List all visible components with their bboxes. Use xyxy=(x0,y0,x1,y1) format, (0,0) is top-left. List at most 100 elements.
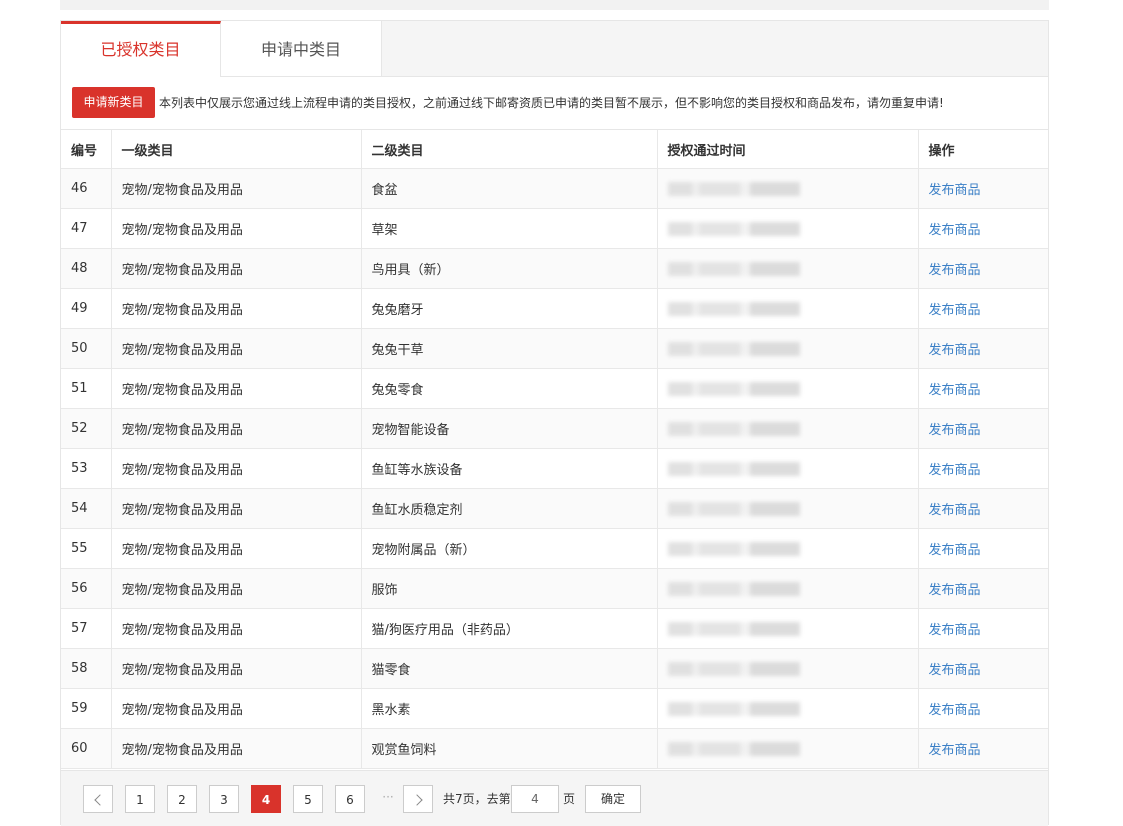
redacted-time xyxy=(667,421,800,436)
cell-auth-time xyxy=(657,608,919,649)
redacted-time xyxy=(667,461,800,476)
tab-applying[interactable]: 申请中类目 xyxy=(221,21,382,76)
redacted-time xyxy=(667,621,800,636)
cell-action-text[interactable]: 发布商品 xyxy=(929,223,981,238)
cell-level1: 宠物/宠物食品及用品 xyxy=(111,328,362,369)
cell-action: 发布商品 xyxy=(918,648,1048,689)
cell-action-text[interactable]: 发布商品 xyxy=(929,623,981,638)
cell-level1-text: 宠物/宠物食品及用品 xyxy=(121,303,243,318)
cell-action-text[interactable]: 发布商品 xyxy=(929,343,981,358)
cell-level2-text: 草架 xyxy=(371,223,398,238)
next-page-button[interactable] xyxy=(403,785,433,813)
cell-action-text[interactable]: 发布商品 xyxy=(929,423,981,438)
chevron-left-icon xyxy=(93,794,106,806)
cell-action: 发布商品 xyxy=(918,368,1048,409)
cell-action: 发布商品 xyxy=(918,248,1048,289)
header-level2: 二级类目 xyxy=(361,130,658,169)
cell-id: 54 xyxy=(61,488,112,529)
cell-action-text[interactable]: 发布商品 xyxy=(929,503,981,518)
cell-level1: 宠物/宠物食品及用品 xyxy=(111,608,362,649)
pagination: 1 2 3 4 5 6 ··· 共7页，去第 页 确定 xyxy=(61,770,1048,826)
redacted-time xyxy=(667,701,800,716)
cell-id-text: 46 xyxy=(71,181,88,196)
cell-id: 58 xyxy=(61,648,112,689)
page-button-4-current[interactable]: 4 xyxy=(251,785,281,813)
cell-level1-text: 宠物/宠物食品及用品 xyxy=(121,383,243,398)
cell-action-text[interactable]: 发布商品 xyxy=(929,383,981,398)
cell-action-text[interactable]: 发布商品 xyxy=(929,303,981,318)
page-button-6[interactable]: 6 xyxy=(335,785,365,813)
cell-level2: 兔兔零食 xyxy=(361,368,658,409)
cell-action-text[interactable]: 发布商品 xyxy=(929,543,981,558)
cell-id-text: 47 xyxy=(71,221,88,236)
cell-id: 51 xyxy=(61,368,112,409)
cell-action: 发布商品 xyxy=(918,208,1048,249)
cell-level2: 鱼缸等水族设备 xyxy=(361,448,658,489)
cell-id: 56 xyxy=(61,568,112,609)
cell-level2: 兔兔磨牙 xyxy=(361,288,658,329)
cell-action-text[interactable]: 发布商品 xyxy=(929,663,981,678)
top-bar xyxy=(60,0,1049,10)
notice-text: 本列表中仅展示您通过线上流程申请的类目授权，之前通过线下邮寄资质已申请的类目暂不… xyxy=(159,96,944,110)
cell-action-text[interactable]: 发布商品 xyxy=(929,583,981,598)
cell-auth-time xyxy=(657,328,919,369)
cell-id: 59 xyxy=(61,688,112,729)
header-id: 编号 xyxy=(61,130,112,169)
cell-action: 发布商品 xyxy=(918,568,1048,609)
cell-id-text: 57 xyxy=(71,621,88,636)
cell-id-text: 56 xyxy=(71,581,88,596)
table-row: 47 宠物/宠物食品及用品 草架 发布商品 xyxy=(61,208,1048,249)
cell-action: 发布商品 xyxy=(918,728,1048,769)
table-row: 55 宠物/宠物食品及用品 宠物附属品（新） 发布商品 xyxy=(61,528,1048,569)
page-suffix-text: 页 xyxy=(563,792,576,806)
cell-level2: 观赏鱼饲料 xyxy=(361,728,658,769)
table-row: 49 宠物/宠物食品及用品 兔兔磨牙 发布商品 xyxy=(61,288,1048,329)
cell-id: 52 xyxy=(61,408,112,449)
table-row: 46 宠物/宠物食品及用品 食盆 发布商品 xyxy=(61,168,1048,209)
cell-level1-text: 宠物/宠物食品及用品 xyxy=(121,543,243,558)
cell-level2-text: 兔兔零食 xyxy=(371,383,424,398)
cell-level2: 猫零食 xyxy=(361,648,658,689)
page-button-3[interactable]: 3 xyxy=(209,785,239,813)
cell-action-text[interactable]: 发布商品 xyxy=(929,743,981,758)
cell-id-text: 48 xyxy=(71,261,88,276)
cell-action-text[interactable]: 发布商品 xyxy=(929,183,981,198)
cell-auth-time xyxy=(657,288,919,329)
cell-id: 57 xyxy=(61,608,112,649)
page-button-5[interactable]: 5 xyxy=(293,785,323,813)
goto-page-input[interactable] xyxy=(511,785,559,813)
confirm-page-button[interactable]: 确定 xyxy=(585,785,641,813)
cell-id-text: 59 xyxy=(71,701,88,716)
cell-id-text: 52 xyxy=(71,421,88,436)
table-body: 46 宠物/宠物食品及用品 食盆 发布商品 47 宠物/宠物食品及用品 草架 发布商品 48 宠物… xyxy=(61,168,1048,769)
table-row: 56 宠物/宠物食品及用品 服饰 发布商品 xyxy=(61,568,1048,609)
page-button-1[interactable]: 1 xyxy=(125,785,155,813)
tab-authorized[interactable]: 已授权类目 xyxy=(61,21,221,77)
redacted-time xyxy=(667,181,800,196)
cell-level1-text: 宠物/宠物食品及用品 xyxy=(121,663,243,678)
category-panel: 已授权类目 申请中类目 申请新类目 本列表中仅展示您通过线上流程申请的类目授权，… xyxy=(60,20,1049,826)
cell-level2-text: 食盆 xyxy=(371,183,398,198)
cell-level1-text: 宠物/宠物食品及用品 xyxy=(121,343,243,358)
cell-level2-text: 鱼缸等水族设备 xyxy=(371,463,463,478)
cell-action-text[interactable]: 发布商品 xyxy=(929,263,981,278)
prev-page-button[interactable] xyxy=(83,785,113,813)
cell-level1: 宠物/宠物食品及用品 xyxy=(111,528,362,569)
cell-level1-text: 宠物/宠物食品及用品 xyxy=(121,423,243,438)
cell-level2: 猫/狗医疗用品（非药品） xyxy=(361,608,658,649)
page-button-2[interactable]: 2 xyxy=(167,785,197,813)
cell-level1: 宠物/宠物食品及用品 xyxy=(111,448,362,489)
cell-action-text[interactable]: 发布商品 xyxy=(929,703,981,718)
cell-id-text: 50 xyxy=(71,341,88,356)
cell-action: 发布商品 xyxy=(918,488,1048,529)
header-auth-time: 授权通过时间 xyxy=(657,130,919,169)
apply-new-category-button[interactable]: 申请新类目 xyxy=(72,87,155,118)
cell-action-text[interactable]: 发布商品 xyxy=(929,463,981,478)
table-row: 52 宠物/宠物食品及用品 宠物智能设备 发布商品 xyxy=(61,408,1048,449)
redacted-time xyxy=(667,541,800,556)
redacted-time xyxy=(667,301,800,316)
cell-auth-time xyxy=(657,648,919,689)
cell-level2-text: 服饰 xyxy=(371,583,398,598)
redacted-time xyxy=(667,581,800,596)
cell-level1: 宠物/宠物食品及用品 xyxy=(111,168,362,209)
